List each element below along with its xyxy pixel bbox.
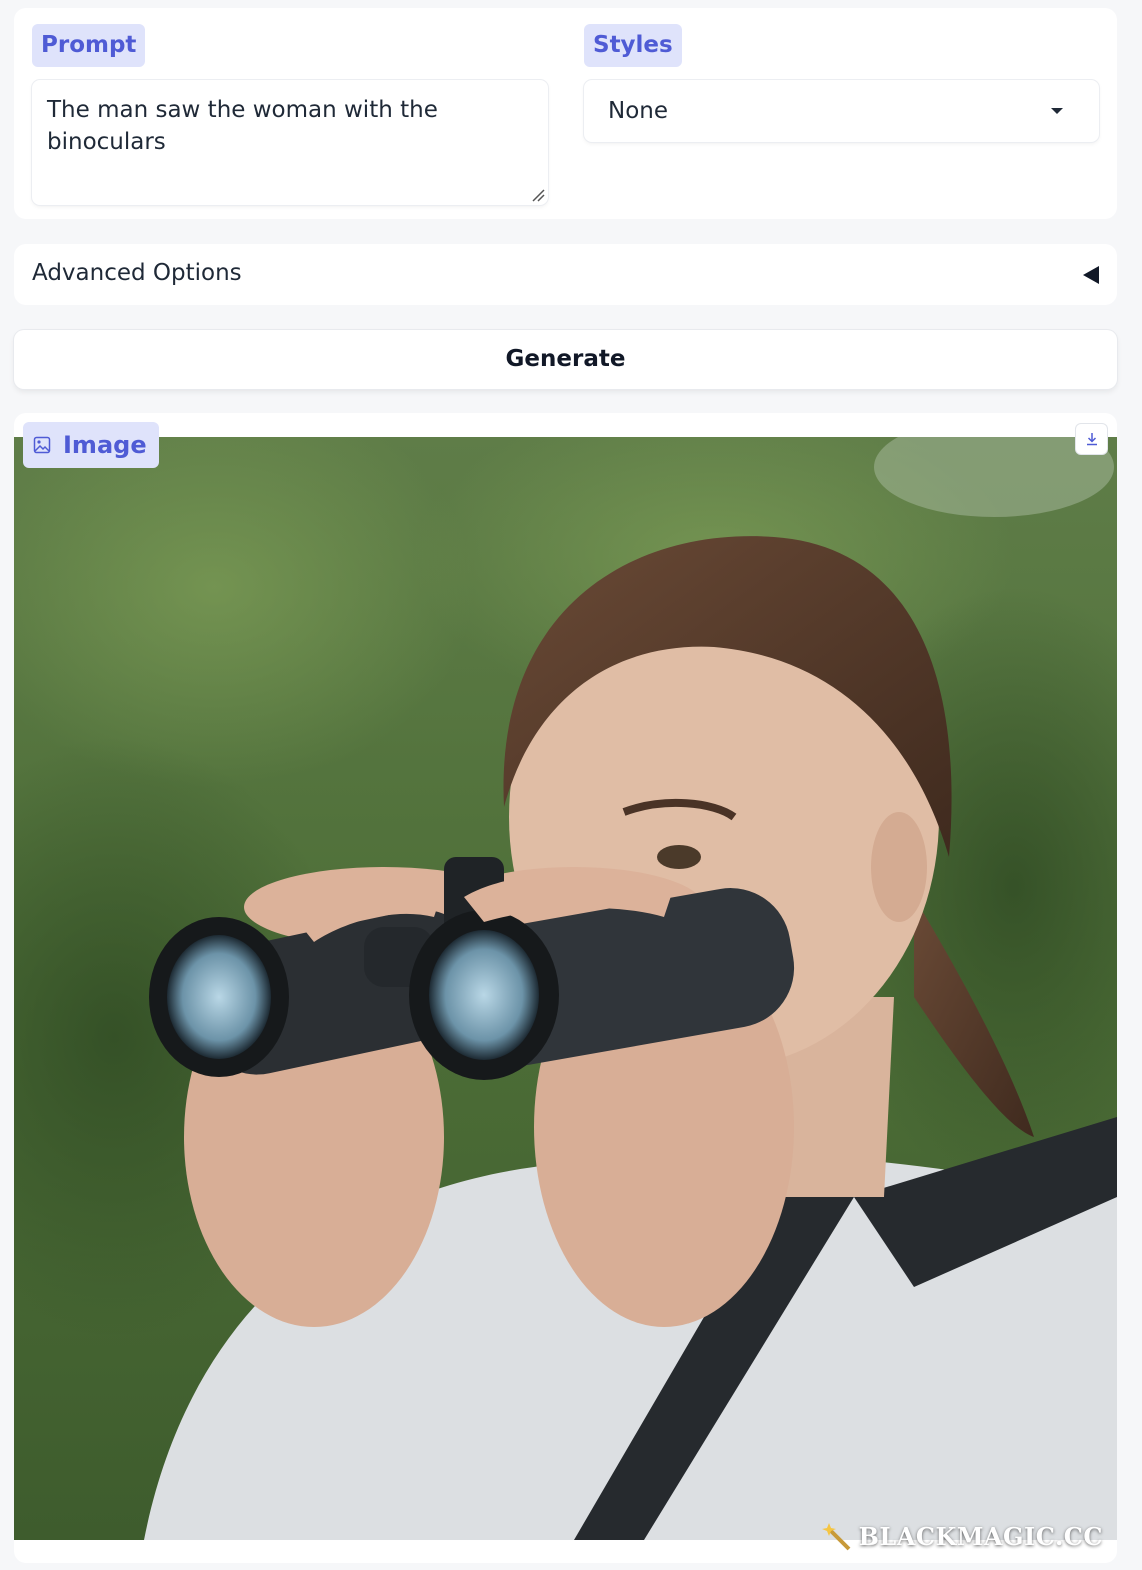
prompt-text: The man saw the woman with the binocular…	[47, 97, 438, 155]
styles-selected-value: None	[608, 98, 669, 124]
styles-label: Styles	[584, 24, 682, 67]
collapse-arrow-icon	[1083, 266, 1099, 284]
watermark-text: BLACKMAGIC.CC	[858, 1522, 1103, 1551]
generate-button[interactable]: Generate	[14, 330, 1117, 389]
advanced-options-accordion[interactable]: Advanced Options	[14, 244, 1117, 305]
image-icon	[33, 436, 51, 454]
download-icon	[1086, 433, 1097, 446]
prompt-label: Prompt	[32, 24, 146, 67]
prompt-textarea[interactable]: The man saw the woman with the binocular…	[32, 80, 548, 205]
image-label: Image	[63, 431, 147, 459]
output-image-panel: Image BLACKMAGIC.CC	[14, 413, 1117, 1563]
download-button[interactable]	[1076, 424, 1107, 454]
image-label-chip: Image	[23, 422, 159, 468]
resize-grip-icon[interactable]	[531, 188, 545, 202]
generated-image	[14, 437, 1117, 1540]
input-panel: Prompt The man saw the woman with the bi…	[14, 8, 1117, 219]
watermark: BLACKMAGIC.CC	[821, 1522, 1103, 1551]
dropdown-caret-icon	[1051, 108, 1063, 114]
advanced-options-label: Advanced Options	[32, 260, 242, 286]
wand-icon	[821, 1522, 851, 1550]
styles-dropdown[interactable]: None	[584, 80, 1099, 142]
